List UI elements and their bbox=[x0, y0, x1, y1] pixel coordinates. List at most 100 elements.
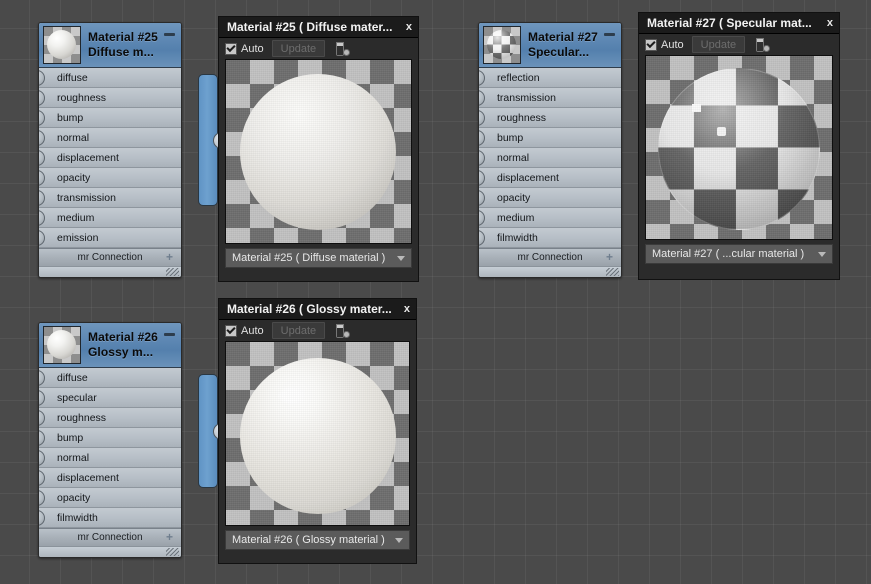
socket-dot-icon[interactable] bbox=[479, 170, 485, 186]
minimize-icon[interactable] bbox=[604, 33, 615, 36]
material-select-dropdown[interactable]: Material #27 ( ...cular material ) bbox=[645, 244, 833, 264]
socket-dot-icon[interactable] bbox=[479, 190, 485, 206]
close-icon[interactable]: x bbox=[827, 17, 833, 29]
node-socket-row[interactable]: opacity bbox=[39, 168, 181, 188]
socket-dot-icon[interactable] bbox=[39, 190, 45, 206]
add-connection-icon[interactable]: + bbox=[606, 251, 613, 263]
node-socket-row[interactable]: diffuse bbox=[39, 68, 181, 88]
add-connection-icon[interactable]: + bbox=[166, 251, 173, 263]
preview-window-material-25[interactable]: Material #25 ( Diffuse mater... x Auto U… bbox=[218, 16, 419, 282]
node-socket-row[interactable]: transmission bbox=[39, 188, 181, 208]
node-socket-row[interactable]: displacement bbox=[39, 468, 181, 488]
auto-update-checkbox[interactable]: Auto bbox=[645, 38, 684, 51]
material-select-dropdown[interactable]: Material #25 ( Diffuse material ) bbox=[225, 248, 412, 268]
preview-window-material-26[interactable]: Material #26 ( Glossy mater... x Auto Up… bbox=[218, 298, 417, 564]
node-socket-row[interactable]: filmwidth bbox=[479, 228, 621, 248]
material-preview-image[interactable] bbox=[645, 55, 833, 240]
resize-grip-icon[interactable] bbox=[606, 268, 619, 276]
resize-grip-icon[interactable] bbox=[166, 268, 179, 276]
node-socket-row[interactable]: normal bbox=[39, 448, 181, 468]
socket-dot-icon[interactable] bbox=[479, 70, 485, 86]
resize-grip-icon[interactable] bbox=[166, 548, 179, 556]
socket-dot-icon[interactable] bbox=[479, 90, 485, 106]
minimize-icon[interactable] bbox=[164, 333, 175, 336]
socket-dot-icon[interactable] bbox=[39, 230, 45, 246]
socket-dot-icon[interactable] bbox=[39, 490, 45, 506]
socket-dot-icon[interactable] bbox=[39, 510, 45, 526]
socket-dot-icon[interactable] bbox=[39, 70, 45, 86]
node-connection-bar[interactable]: mr Connection + bbox=[39, 528, 181, 546]
window-title-bar[interactable]: Material #27 ( Specular mat... x bbox=[639, 13, 839, 34]
node-resize-strip[interactable] bbox=[39, 546, 181, 557]
socket-label: displacement bbox=[57, 471, 119, 484]
material-preview-image[interactable] bbox=[225, 341, 410, 526]
node-socket-row[interactable]: normal bbox=[39, 128, 181, 148]
node-resize-strip[interactable] bbox=[39, 266, 181, 277]
node-socket-row[interactable]: displacement bbox=[39, 148, 181, 168]
node-socket-row[interactable]: normal bbox=[479, 148, 621, 168]
test-tube-icon[interactable] bbox=[333, 41, 351, 57]
node-socket-row[interactable]: medium bbox=[39, 208, 181, 228]
socket-dot-icon[interactable] bbox=[479, 230, 485, 246]
node-connection-bar[interactable]: mr Connection + bbox=[39, 248, 181, 266]
node-socket-row[interactable]: roughness bbox=[479, 108, 621, 128]
socket-dot-icon[interactable] bbox=[479, 150, 485, 166]
preview-window-material-27[interactable]: Material #27 ( Specular mat... x Auto Up… bbox=[638, 12, 840, 280]
update-button[interactable]: Update bbox=[271, 40, 326, 57]
node-output-plug-material-26[interactable] bbox=[198, 374, 230, 488]
update-button[interactable]: Update bbox=[271, 322, 326, 339]
node-output-plug-material-25[interactable] bbox=[198, 74, 230, 206]
material-preview-image[interactable] bbox=[225, 59, 412, 244]
node-header-material-26[interactable]: Material #26 Glossy m... bbox=[39, 323, 181, 368]
chevron-down-icon[interactable] bbox=[818, 251, 826, 257]
chevron-down-icon[interactable] bbox=[397, 255, 405, 261]
close-icon[interactable]: x bbox=[406, 21, 412, 33]
socket-dot-icon[interactable] bbox=[39, 130, 45, 146]
add-connection-icon[interactable]: + bbox=[166, 531, 173, 543]
node-socket-row[interactable]: bump bbox=[39, 108, 181, 128]
test-tube-icon[interactable] bbox=[333, 323, 351, 339]
auto-update-checkbox[interactable]: Auto bbox=[225, 42, 264, 55]
node-socket-row[interactable]: displacement bbox=[479, 168, 621, 188]
node-socket-row[interactable]: bump bbox=[39, 428, 181, 448]
minimize-icon[interactable] bbox=[164, 33, 175, 36]
socket-dot-icon[interactable] bbox=[39, 370, 45, 386]
node-socket-row[interactable]: specular bbox=[39, 388, 181, 408]
node-socket-row[interactable]: opacity bbox=[39, 488, 181, 508]
test-tube-icon[interactable] bbox=[753, 37, 771, 53]
socket-dot-icon[interactable] bbox=[39, 150, 45, 166]
window-title-bar[interactable]: Material #26 ( Glossy mater... x bbox=[219, 299, 416, 320]
auto-update-checkbox[interactable]: Auto bbox=[225, 324, 264, 337]
node-socket-row[interactable]: emission bbox=[39, 228, 181, 248]
socket-dot-icon[interactable] bbox=[39, 390, 45, 406]
socket-dot-icon[interactable] bbox=[39, 450, 45, 466]
node-socket-row[interactable]: roughness bbox=[39, 88, 181, 108]
chevron-down-icon[interactable] bbox=[395, 537, 403, 543]
node-header-material-25[interactable]: Material #25 Diffuse m... bbox=[39, 23, 181, 68]
node-socket-row[interactable]: medium bbox=[479, 208, 621, 228]
socket-dot-icon[interactable] bbox=[39, 170, 45, 186]
update-button[interactable]: Update bbox=[691, 36, 746, 53]
socket-dot-icon[interactable] bbox=[39, 430, 45, 446]
window-title-bar[interactable]: Material #25 ( Diffuse mater... x bbox=[219, 17, 418, 38]
node-connection-bar[interactable]: mr Connection + bbox=[479, 248, 621, 266]
node-resize-strip[interactable] bbox=[479, 266, 621, 277]
node-socket-row[interactable]: transmission bbox=[479, 88, 621, 108]
socket-dot-icon[interactable] bbox=[39, 210, 45, 226]
material-select-dropdown[interactable]: Material #26 ( Glossy material ) bbox=[225, 530, 410, 550]
close-icon[interactable]: x bbox=[404, 303, 410, 315]
socket-dot-icon[interactable] bbox=[39, 110, 45, 126]
node-header-material-27[interactable]: Material #27 Specular... bbox=[479, 23, 621, 68]
socket-dot-icon[interactable] bbox=[479, 130, 485, 146]
node-socket-row[interactable]: bump bbox=[479, 128, 621, 148]
node-socket-row[interactable]: diffuse bbox=[39, 368, 181, 388]
node-socket-row[interactable]: roughness bbox=[39, 408, 181, 428]
socket-dot-icon[interactable] bbox=[479, 110, 485, 126]
socket-dot-icon[interactable] bbox=[479, 210, 485, 226]
node-socket-row[interactable]: reflection bbox=[479, 68, 621, 88]
node-socket-row[interactable]: filmwidth bbox=[39, 508, 181, 528]
socket-dot-icon[interactable] bbox=[39, 410, 45, 426]
socket-dot-icon[interactable] bbox=[39, 470, 45, 486]
socket-dot-icon[interactable] bbox=[39, 90, 45, 106]
node-socket-row[interactable]: opacity bbox=[479, 188, 621, 208]
